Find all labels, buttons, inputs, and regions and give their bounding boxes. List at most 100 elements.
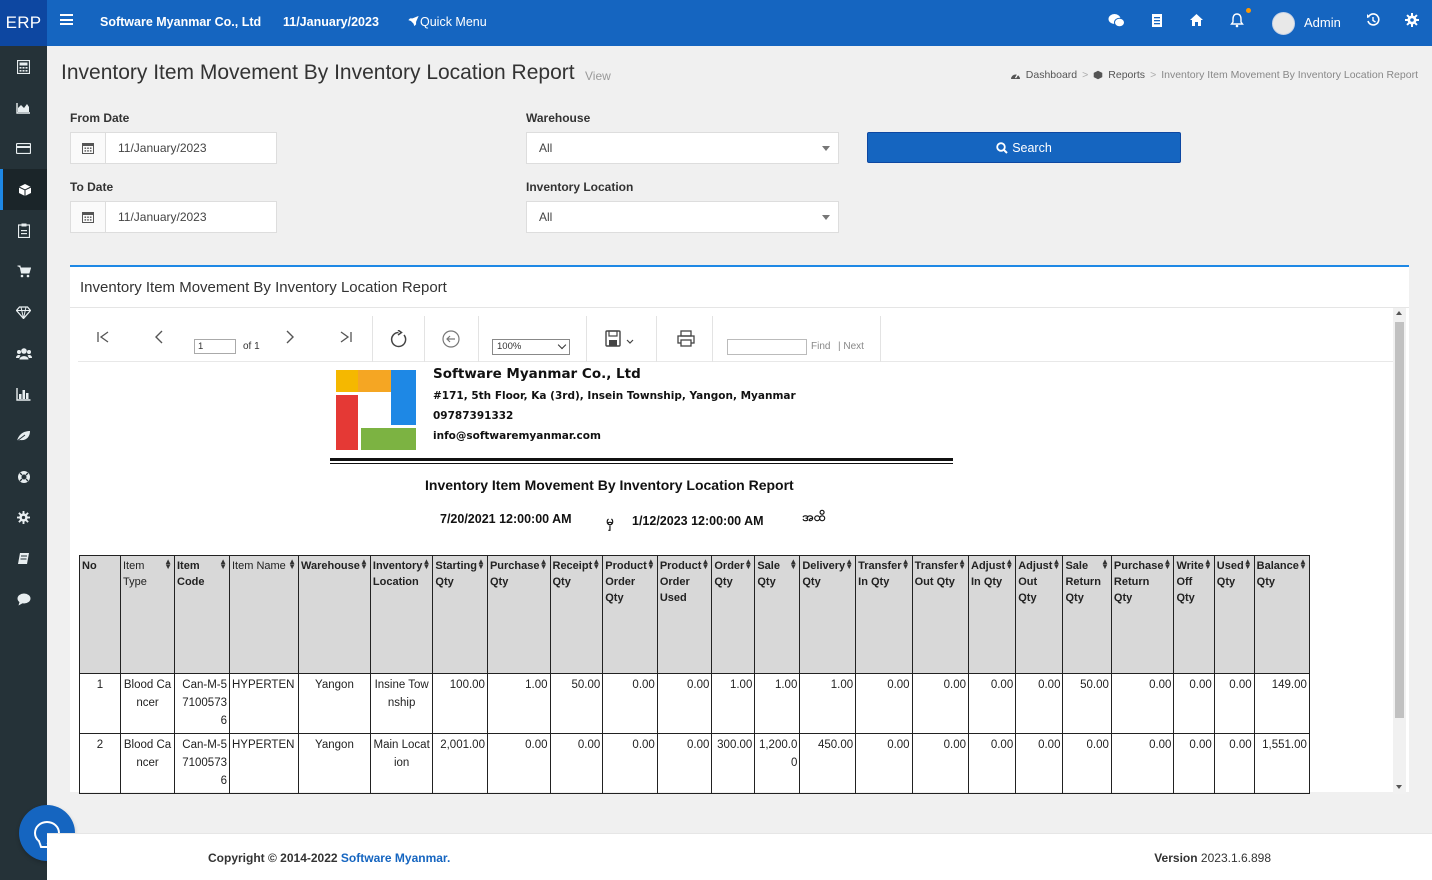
inventory-location-select[interactable]: All xyxy=(526,201,839,233)
wechat-icon[interactable] xyxy=(1108,13,1125,32)
column-header[interactable]: Product Order Used ▲ ▼ xyxy=(656,555,713,674)
column-header[interactable]: Sale Qty ▲ ▼ xyxy=(754,555,801,674)
column-header[interactable]: Warehouse ▲ ▼ xyxy=(298,555,371,674)
scroll-down-icon[interactable] xyxy=(1396,785,1402,789)
sort-icon[interactable]: ▲ ▼ xyxy=(958,558,966,571)
column-header[interactable]: Inventory Location ▲ ▼ xyxy=(369,555,434,674)
sort-icon[interactable]: ▲ ▼ xyxy=(219,558,227,571)
column-header[interactable]: Used Qty ▲ ▼ xyxy=(1213,555,1255,674)
sort-icon[interactable]: ▲ ▼ xyxy=(1164,558,1172,571)
sort-icon[interactable]: ▲ ▼ xyxy=(1053,558,1061,571)
breadcrumb-dashboard[interactable]: Dashboard xyxy=(1026,69,1077,81)
first-page-icon[interactable] xyxy=(96,330,110,349)
settings-icon[interactable] xyxy=(1405,13,1419,31)
column-header[interactable]: Item Name ▲ ▼ xyxy=(229,555,299,674)
quick-menu-link[interactable]: Quick Menu xyxy=(407,15,487,29)
document-icon[interactable] xyxy=(1151,13,1163,32)
home-icon[interactable] xyxy=(1189,13,1204,31)
gear-icon[interactable] xyxy=(0,497,47,538)
sort-icon[interactable]: ▲ ▼ xyxy=(789,558,797,571)
history-icon[interactable] xyxy=(1366,13,1380,31)
bar-chart-icon[interactable] xyxy=(0,374,47,415)
diamond-icon[interactable] xyxy=(0,292,47,333)
warehouse-select[interactable]: All xyxy=(526,132,839,164)
column-header[interactable]: No xyxy=(79,555,121,674)
book-icon[interactable] xyxy=(0,538,47,579)
menu-toggle-icon[interactable] xyxy=(60,14,73,25)
sort-icon[interactable]: ▲ ▼ xyxy=(1204,558,1212,571)
column-header[interactable]: Write Off Qty ▲ ▼ xyxy=(1173,555,1215,674)
column-header[interactable]: Transfer In Qty ▲ ▼ xyxy=(855,555,913,674)
life-ring-icon[interactable] xyxy=(0,456,47,497)
sort-icon[interactable]: ▲ ▼ xyxy=(288,558,296,571)
next-page-icon[interactable] xyxy=(285,330,295,349)
sort-icon[interactable]: ▲ ▼ xyxy=(360,558,368,571)
column-header[interactable]: Purchase Qty ▲ ▼ xyxy=(486,555,551,674)
from-date-value[interactable]: 11/January/2023 xyxy=(106,133,207,163)
refresh-icon[interactable] xyxy=(389,329,408,354)
calendar-icon[interactable] xyxy=(71,202,106,232)
scroll-up-icon[interactable] xyxy=(1396,311,1402,315)
find-next-link[interactable]: | Next xyxy=(838,341,864,352)
column-header[interactable]: Starting Qty ▲ ▼ xyxy=(432,555,488,674)
calendar-icon[interactable] xyxy=(71,133,106,163)
sort-icon[interactable]: ▲ ▼ xyxy=(1244,558,1252,571)
sort-icon[interactable]: ▲ ▼ xyxy=(477,558,485,571)
bell-icon[interactable] xyxy=(1230,13,1244,32)
column-header[interactable]: Purchase Return Qty ▲ ▼ xyxy=(1110,555,1175,674)
column-header[interactable]: Transfer Out Qty ▲ ▼ xyxy=(911,555,970,674)
column-header[interactable]: Item Type ▲ ▼ xyxy=(120,555,175,674)
avatar[interactable] xyxy=(1272,12,1295,35)
page-number-input[interactable]: 1 xyxy=(194,339,236,354)
sort-icon[interactable]: ▲ ▼ xyxy=(164,558,172,571)
column-header[interactable]: Order Qty ▲ ▼ xyxy=(711,555,756,674)
sort-icon[interactable]: ▲ ▼ xyxy=(902,558,910,571)
sort-icon[interactable]: ▲ ▼ xyxy=(422,558,430,571)
current-date[interactable]: 11/January/2023 xyxy=(283,15,379,29)
vertical-scrollbar[interactable] xyxy=(1393,308,1406,794)
sort-icon[interactable]: ▲ ▼ xyxy=(744,558,752,571)
to-date-value[interactable]: 11/January/2023 xyxy=(106,202,207,232)
cube-icon[interactable] xyxy=(0,169,47,210)
leaf-icon[interactable] xyxy=(0,415,47,456)
company-name[interactable]: Software Myanmar Co., Ltd xyxy=(100,15,261,29)
search-button[interactable]: Search xyxy=(867,132,1181,163)
print-icon[interactable] xyxy=(677,330,695,352)
credit-card-icon[interactable] xyxy=(0,128,47,169)
sort-icon[interactable]: ▲ ▼ xyxy=(592,558,600,571)
sort-icon[interactable]: ▲ ▼ xyxy=(1299,558,1307,571)
column-header[interactable]: Delivery Qty ▲ ▼ xyxy=(799,555,857,674)
sort-icon[interactable]: ▲ ▼ xyxy=(647,558,655,571)
calculator-icon[interactable] xyxy=(0,46,47,87)
column-header[interactable]: Balance Qty ▲ ▼ xyxy=(1253,555,1310,674)
cart-icon[interactable] xyxy=(0,251,47,292)
sort-icon[interactable]: ▲ ▼ xyxy=(540,558,548,571)
previous-page-icon[interactable] xyxy=(154,330,164,349)
back-icon[interactable] xyxy=(442,330,460,353)
save-export-icon[interactable] xyxy=(605,330,637,353)
column-header[interactable]: Product Order Qty ▲ ▼ xyxy=(602,555,658,674)
sort-icon[interactable]: ▲ ▼ xyxy=(701,558,709,571)
to-date-field[interactable]: 11/January/2023 xyxy=(70,201,277,233)
find-link[interactable]: Find xyxy=(811,341,830,352)
user-name[interactable]: Admin xyxy=(1304,15,1341,30)
breadcrumb-reports[interactable]: Reports xyxy=(1108,69,1145,81)
find-input[interactable] xyxy=(727,339,807,355)
column-header[interactable]: Receipt Qty ▲ ▼ xyxy=(549,555,604,674)
brand-logo[interactable]: ERP xyxy=(0,0,47,46)
sort-icon[interactable]: ▲ ▼ xyxy=(845,558,853,571)
scrollbar-thumb[interactable] xyxy=(1395,322,1404,718)
column-header[interactable]: Sale Return Qty ▲ ▼ xyxy=(1062,555,1112,674)
zoom-select[interactable]: 100% xyxy=(492,339,570,355)
column-header[interactable]: Item Code ▲ ▼ xyxy=(174,555,230,674)
users-icon[interactable] xyxy=(0,333,47,374)
sort-icon[interactable]: ▲ ▼ xyxy=(1101,558,1109,571)
column-header[interactable]: Adjust Out Qty ▲ ▼ xyxy=(1015,555,1064,674)
copyright-link[interactable]: Software Myanmar. xyxy=(341,851,450,865)
sort-icon[interactable]: ▲ ▼ xyxy=(1005,558,1013,571)
from-date-field[interactable]: 11/January/2023 xyxy=(70,132,277,164)
clipboard-icon[interactable] xyxy=(0,210,47,251)
comment-icon[interactable] xyxy=(0,579,47,620)
column-header[interactable]: Adjust In Qty ▲ ▼ xyxy=(967,555,1017,674)
last-page-icon[interactable] xyxy=(339,330,353,349)
